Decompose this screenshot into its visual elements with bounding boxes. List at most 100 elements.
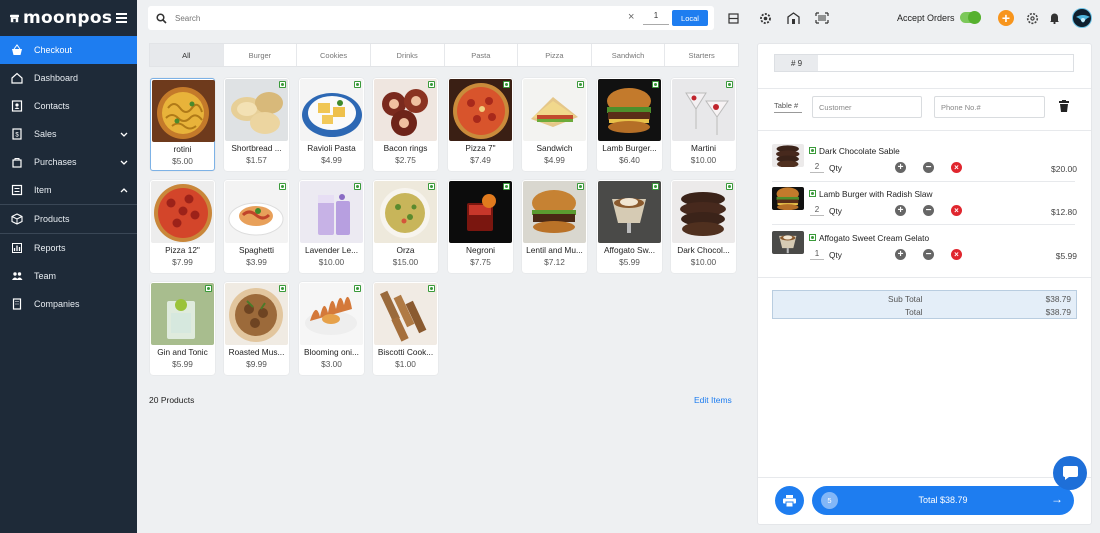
sidebar-item-sales[interactable]: $ Sales <box>0 120 137 148</box>
print-button[interactable] <box>775 486 804 515</box>
line-qty-input[interactable]: 2 <box>810 205 824 216</box>
mushroom-image <box>225 283 288 345</box>
scan-quantity-field[interactable]: 1 <box>643 11 669 25</box>
product-card[interactable]: Dark Chocol... $10.00 <box>671 180 736 273</box>
sidebar-item-contacts[interactable]: Contacts <box>0 92 137 120</box>
pasta-yellow-image <box>152 80 215 142</box>
veg-indicator-icon <box>428 285 435 292</box>
product-price: $7.49 <box>470 155 491 165</box>
veg-indicator-icon <box>279 81 286 88</box>
tab-burger[interactable]: Burger <box>224 44 298 66</box>
product-image <box>598 79 661 141</box>
product-card[interactable]: Biscotti Cook... $1.00 <box>373 282 438 375</box>
notification-bell-icon[interactable] <box>1047 11 1061 25</box>
building-icon <box>11 298 23 310</box>
hamburger-menu-icon[interactable] <box>116 13 127 23</box>
tab-cookies[interactable]: Cookies <box>297 44 371 66</box>
product-card[interactable]: Pizza 7" $7.49 <box>448 78 513 171</box>
tab-all[interactable]: All <box>150 44 224 66</box>
chevron-up-icon[interactable] <box>120 185 128 195</box>
chevron-down-icon[interactable] <box>120 157 128 167</box>
tab-pizza[interactable]: Pizza <box>518 44 592 66</box>
customer-field[interactable]: Customer <box>812 96 922 118</box>
product-card[interactable]: Gin and Tonic $5.99 <box>150 282 215 375</box>
sidebar-nav: Checkout Dashboard Contacts $ Sales Purchases… <box>0 36 137 318</box>
account-settings-icon[interactable] <box>1025 11 1039 25</box>
sidebar-item-label: Purchases <box>34 157 77 167</box>
product-card[interactable]: Lentil and Mu... $7.12 <box>522 180 587 273</box>
veg-indicator-icon <box>428 81 435 88</box>
veg-indicator-icon <box>577 183 584 190</box>
search-input[interactable] <box>175 13 615 23</box>
checkout-total-button[interactable]: 5 Total $38.79 → <box>812 486 1074 515</box>
increase-qty-icon[interactable]: + <box>895 205 906 216</box>
line-qty-input[interactable]: 2 <box>810 162 824 173</box>
product-image <box>449 181 512 243</box>
receipt-icon: $ <box>11 128 23 140</box>
product-card[interactable]: Martini $10.00 <box>671 78 736 171</box>
product-card[interactable]: Sandwich $4.99 <box>522 78 587 171</box>
remove-item-icon[interactable]: × <box>951 249 962 260</box>
orza-image <box>374 181 437 243</box>
settings-gear-icon[interactable] <box>758 11 772 25</box>
search-bar: × 1 Local <box>148 6 714 30</box>
sidebar-item-reports[interactable]: Reports <box>0 234 137 262</box>
remove-item-icon[interactable]: × <box>951 205 962 216</box>
product-card[interactable]: Lamb Burger... $6.40 <box>597 78 662 171</box>
sidebar-item-dashboard[interactable]: Dashboard <box>0 64 137 92</box>
product-image <box>598 181 661 243</box>
increase-qty-icon[interactable]: + <box>895 249 906 260</box>
tab-drinks[interactable]: Drinks <box>371 44 445 66</box>
layout-icon[interactable] <box>726 11 740 25</box>
product-name: Roasted Mus... <box>228 347 285 357</box>
product-card[interactable]: Orza $15.00 <box>373 180 438 273</box>
tab-pasta[interactable]: Pasta <box>445 44 519 66</box>
add-new-button[interactable]: + <box>998 10 1014 26</box>
tab-sandwich[interactable]: Sandwich <box>592 44 666 66</box>
chevron-down-icon[interactable] <box>120 129 128 139</box>
tab-starters[interactable]: Starters <box>665 44 738 66</box>
sidebar-item-companies[interactable]: Companies <box>0 290 137 318</box>
remove-item-icon[interactable]: × <box>951 162 962 173</box>
product-image <box>374 283 437 345</box>
table-number-field[interactable]: Table # <box>774 101 802 113</box>
local-button[interactable]: Local <box>672 10 708 26</box>
product-card[interactable]: Bacon rings $2.75 <box>373 78 438 171</box>
product-card[interactable]: Affogato Sw... $5.99 <box>597 180 662 273</box>
product-card[interactable]: Shortbread ... $1.57 <box>224 78 289 171</box>
product-card[interactable]: Pizza 12" $7.99 <box>150 180 215 273</box>
decrease-qty-icon[interactable]: − <box>923 162 934 173</box>
product-card[interactable]: Spaghetti $3.99 <box>224 180 289 273</box>
trash-icon[interactable] <box>1059 100 1069 112</box>
martini-image <box>672 79 735 141</box>
sidebar-item-products[interactable]: Products <box>0 205 137 233</box>
decrease-qty-icon[interactable]: − <box>923 249 934 260</box>
accept-orders-toggle[interactable] <box>960 11 981 24</box>
product-card[interactable]: rotini $5.00 <box>150 78 215 171</box>
product-image <box>300 79 363 141</box>
product-name: Biscotti Cook... <box>377 347 434 357</box>
line-item-name: Lamb Burger with Radish Slaw <box>819 189 933 199</box>
store-front-icon[interactable] <box>786 11 800 25</box>
decrease-qty-icon[interactable]: − <box>923 205 934 216</box>
product-card[interactable]: Negroni $7.75 <box>448 180 513 273</box>
increase-qty-icon[interactable]: + <box>895 162 906 173</box>
product-name: Ravioli Pasta <box>307 143 356 153</box>
chat-button[interactable] <box>1053 456 1087 490</box>
product-card[interactable]: Ravioli Pasta $4.99 <box>299 78 364 171</box>
phone-field[interactable]: Phone No.# <box>934 96 1045 118</box>
clear-search-icon[interactable]: × <box>628 11 634 23</box>
veg-indicator-icon <box>354 285 361 292</box>
pos-app: moonpos Checkout Dashboard Contacts $ Sales P… <box>0 0 1100 533</box>
edit-items-link[interactable]: Edit Items <box>694 395 732 405</box>
product-card[interactable]: Roasted Mus... $9.99 <box>224 282 289 375</box>
line-qty-input[interactable]: 1 <box>810 249 824 260</box>
product-card[interactable]: Blooming oni... $3.00 <box>299 282 364 375</box>
sidebar-item-checkout[interactable]: Checkout <box>0 36 137 64</box>
barcode-icon[interactable] <box>815 11 829 25</box>
product-card[interactable]: Lavender Le... $10.00 <box>299 180 364 273</box>
sidebar-item-team[interactable]: Team <box>0 262 137 290</box>
user-avatar[interactable] <box>1072 8 1092 28</box>
sidebar-item-purchases[interactable]: Purchases <box>0 148 137 176</box>
sidebar-item-item[interactable]: Item <box>0 176 137 204</box>
